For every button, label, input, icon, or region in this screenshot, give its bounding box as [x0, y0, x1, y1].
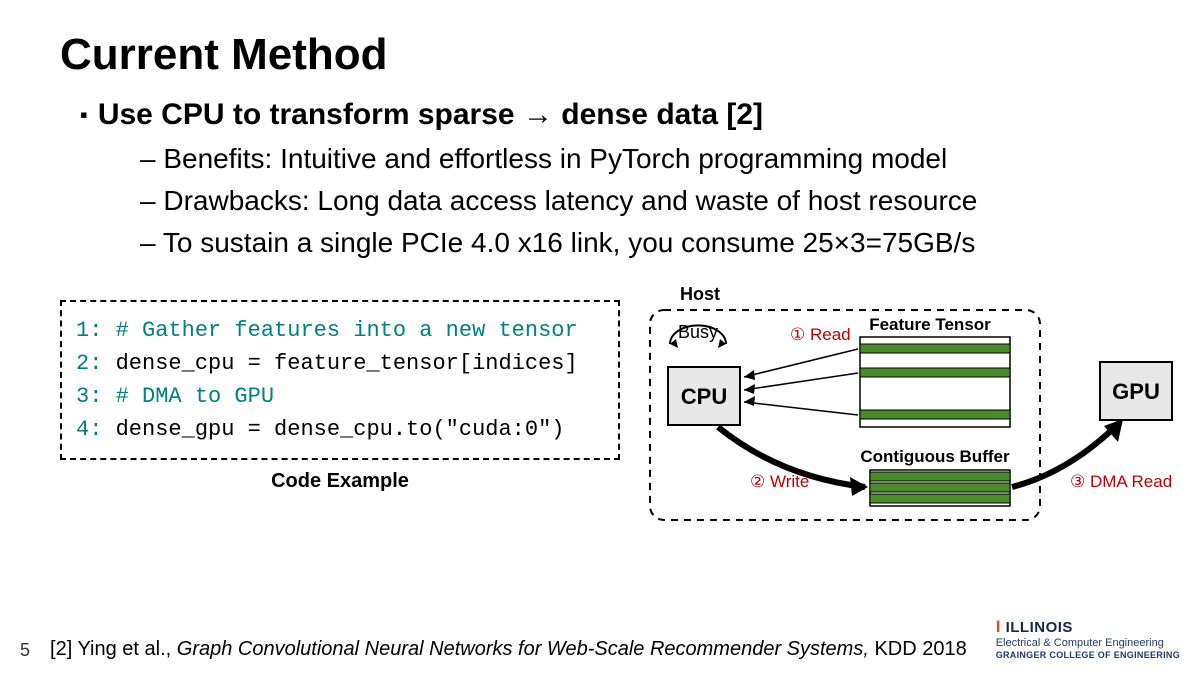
- slide-title: Current Method: [60, 30, 1140, 80]
- feature-tensor-label: Feature Tensor: [869, 315, 991, 334]
- logo-bot: GRAINGER COLLEGE OF ENGINEERING: [996, 650, 1180, 661]
- cpu-label: CPU: [681, 384, 727, 409]
- code-box: 1: # Gather features into a new tensor 2…: [60, 300, 620, 460]
- logo-top: ILLINOIS: [1006, 619, 1073, 636]
- lower-row: 1: # Gather features into a new tensor 2…: [60, 282, 1140, 537]
- citation-prefix: [2] Ying et al.,: [50, 638, 177, 660]
- citation-suffix: KDD 2018: [869, 638, 967, 660]
- code-line-2: dense_cpu = feature_tensor[indices]: [116, 351, 578, 376]
- sub-bullet-benefits: Benefits: Intuitive and effortless in Py…: [140, 138, 1140, 180]
- code-line-1: # Gather features into a new tensor: [116, 318, 578, 343]
- step3-label: ③ DMA Read: [1070, 472, 1172, 491]
- page-number: 5: [20, 640, 30, 661]
- sub-bullet-pcie: To sustain a single PCIe 4.0 x16 link, y…: [140, 222, 1140, 264]
- slide: Current Method Use CPU to transform spar…: [0, 0, 1200, 537]
- host-label: Host: [680, 284, 720, 304]
- contig-label: Contiguous Buffer: [860, 447, 1010, 466]
- footer: 5 [2] Ying et al., Graph Convolutional N…: [0, 617, 1200, 661]
- citation: [2] Ying et al., Graph Convolutional Neu…: [50, 638, 976, 661]
- code-line-3: # DMA to GPU: [116, 384, 274, 409]
- logo-mid: Electrical & Computer Engineering: [996, 637, 1180, 650]
- code-caption: Code Example: [60, 470, 620, 493]
- citation-title: Graph Convolutional Neural Networks for …: [177, 638, 869, 660]
- code-line-4: dense_gpu = dense_cpu.to("cuda:0"): [116, 417, 565, 442]
- sub-bullet-drawbacks: Drawbacks: Long data access latency and …: [140, 180, 1140, 222]
- diagram-svg: Host CPU Busy Feature Tensor: [640, 282, 1200, 532]
- step1-label: ① Read: [790, 325, 851, 344]
- main-bullet: Use CPU to transform sparse → dense data…: [80, 98, 1140, 132]
- step2-label: ② Write: [750, 472, 809, 491]
- illinois-logo: I ILLINOIS Electrical & Computer Enginee…: [996, 617, 1180, 661]
- gpu-label: GPU: [1112, 379, 1160, 404]
- diagram: Host CPU Busy Feature Tensor: [640, 282, 1200, 537]
- code-column: 1: # Gather features into a new tensor 2…: [60, 282, 620, 537]
